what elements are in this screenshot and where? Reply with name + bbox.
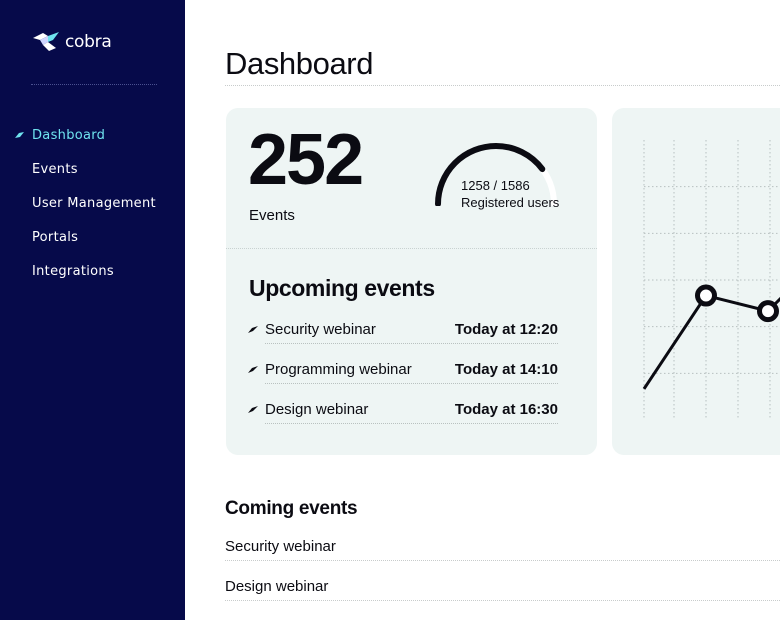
events-count-label: Events	[249, 207, 295, 224]
data-point[interactable]	[695, 284, 717, 307]
event-name: Security webinar	[265, 321, 376, 338]
event-time: Today at 12:20	[454, 321, 558, 338]
data-point[interactable]	[757, 300, 779, 323]
row-divider	[265, 343, 558, 344]
logo[interactable]: cobra	[31, 30, 112, 54]
event-name: Design webinar	[265, 401, 369, 418]
coming-events-title: Coming events	[225, 498, 358, 519]
sidebar-item-user-management[interactable]: User Management	[0, 186, 185, 220]
upcoming-event-item[interactable]: Design webinar Today at 16:30	[248, 389, 558, 429]
event-name: Design webinar	[225, 578, 329, 595]
sidebar-item-events[interactable]: Events	[0, 152, 185, 186]
active-marker-icon	[15, 132, 24, 138]
sidebar-item-portals[interactable]: Portals	[0, 220, 185, 254]
row-divider	[225, 600, 780, 601]
sidebar-item-label: Portals	[32, 229, 79, 245]
title-divider	[225, 85, 780, 86]
row-divider	[265, 383, 558, 384]
card-divider	[226, 248, 597, 249]
event-time: Today at 14:10	[454, 361, 558, 378]
coming-events-list: Security webinar Design webinar	[225, 527, 780, 607]
upcoming-event-item[interactable]: Security webinar Today at 12:20	[248, 309, 558, 349]
event-name: Programming webinar	[265, 361, 412, 378]
registered-users-label: Registered users	[461, 195, 560, 210]
chart-card	[612, 108, 780, 455]
registered-users-text: 1258 / 1586 Registered users	[461, 177, 561, 211]
upcoming-events-list: Security webinar Today at 12:20 Programm…	[248, 309, 558, 429]
row-divider	[265, 423, 558, 424]
chart-grid	[643, 140, 780, 420]
sidebar: cobra Dashboard Events User Management P…	[0, 0, 185, 620]
bullet-icon	[248, 366, 258, 373]
coming-event-item[interactable]: Design webinar	[225, 567, 780, 607]
sidebar-item-label: Events	[32, 161, 78, 177]
sidebar-item-label: User Management	[32, 195, 156, 211]
registered-users-count: 1258 / 1586	[461, 178, 530, 193]
event-time: Today at 16:30	[454, 401, 558, 418]
coming-event-item[interactable]: Security webinar	[225, 527, 780, 567]
logo-text: cobra	[65, 32, 112, 52]
page-title: Dashboard	[225, 46, 374, 81]
sidebar-nav: Dashboard Events User Management Portals…	[0, 118, 185, 288]
sidebar-item-label: Integrations	[32, 263, 115, 279]
event-name: Security webinar	[225, 538, 336, 555]
line-chart	[642, 140, 780, 420]
bullet-icon	[248, 406, 258, 413]
summary-card: 252 Events 1258 / 1586 Registered users …	[226, 108, 597, 455]
row-divider	[225, 560, 780, 561]
sidebar-item-integrations[interactable]: Integrations	[0, 254, 185, 288]
cobra-logo-icon	[33, 32, 59, 51]
bullet-icon	[248, 326, 258, 333]
sidebar-item-label: Dashboard	[32, 127, 106, 143]
upcoming-event-item[interactable]: Programming webinar Today at 14:10	[248, 349, 558, 389]
sidebar-item-dashboard[interactable]: Dashboard	[0, 118, 185, 152]
sidebar-divider	[31, 84, 157, 85]
events-count: 252	[248, 120, 364, 200]
upcoming-events-title: Upcoming events	[249, 275, 435, 301]
series-line	[642, 294, 780, 390]
